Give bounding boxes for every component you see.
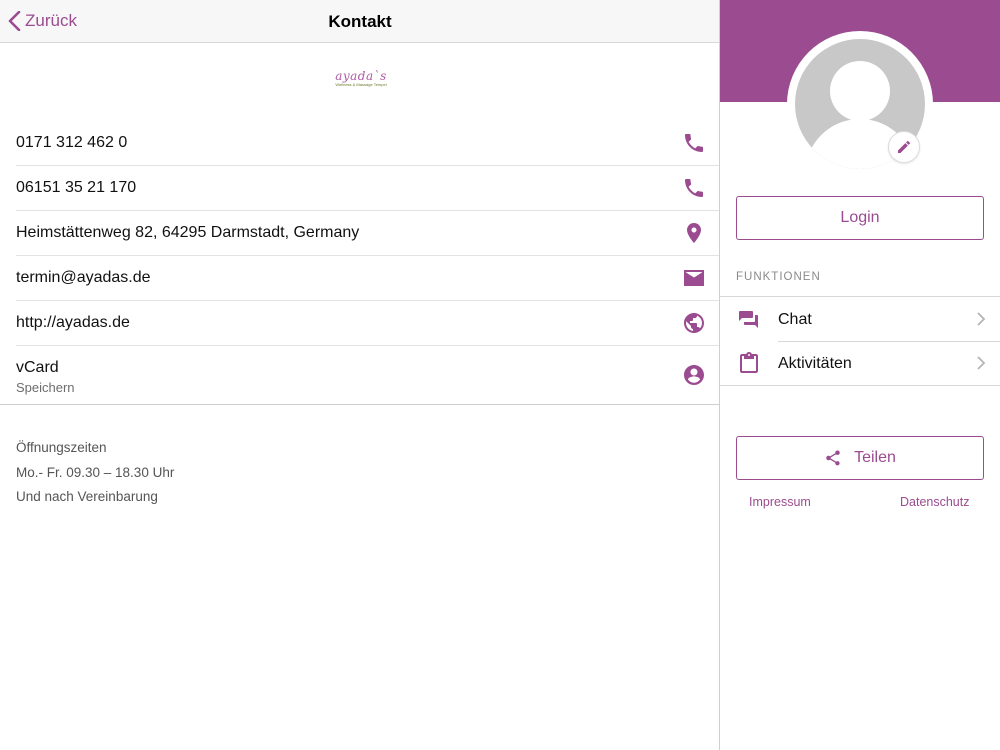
menu-item-label: Chat [778, 311, 812, 328]
contact-text: http://ayadas.de [16, 314, 130, 331]
contact-text: termin@ayadas.de [16, 269, 151, 286]
contact-row-vcard[interactable]: vCard Speichern [0, 346, 720, 405]
contact-subtext: Speichern [16, 380, 75, 395]
impressum-link[interactable]: Impressum [749, 495, 811, 509]
contact-text: vCard [16, 359, 59, 376]
phone-icon[interactable] [682, 131, 706, 155]
share-button-label: Teilen [854, 449, 896, 466]
contact-row-email[interactable]: termin@ayadas.de [16, 256, 720, 301]
contact-text: 0171 312 462 0 [16, 134, 128, 151]
chevron-right-icon [976, 311, 986, 327]
clipboard-icon [737, 351, 761, 375]
contact-list: 0171 312 462 0 06151 35 21 170 Heimstätt… [0, 121, 720, 405]
functions-menu: Chat Aktivitäten [720, 296, 1000, 386]
contact-row-address[interactable]: Heimstättenweg 82, 64295 Darmstadt, Germ… [16, 211, 720, 256]
opening-hours-title: Öffnungszeiten [16, 440, 107, 455]
pencil-icon [898, 140, 910, 153]
share-button[interactable]: Teilen [736, 436, 984, 480]
chat-icon [737, 307, 761, 331]
contact-pane: Zurück Kontakt ayada`s Wellness & Massag… [0, 0, 720, 750]
contact-row-website[interactable]: http://ayadas.de [16, 301, 720, 346]
profile-sidebar: Login FUNKTIONEN Chat Aktivitäten Teilen… [720, 0, 1000, 750]
brand-logo: ayada`s Wellness & Massage Tempel [331, 70, 391, 94]
menu-item-label: Aktivitäten [778, 355, 852, 372]
contact-text: Heimstättenweg 82, 64295 Darmstadt, Germ… [16, 224, 360, 241]
logo-brand-text: ayada`s [335, 69, 387, 83]
phone-icon[interactable] [682, 176, 706, 200]
location-pin-icon[interactable] [682, 221, 706, 245]
opening-hours: Öffnungszeiten Mo.- Fr. 09.30 – 18.30 Uh… [16, 436, 174, 510]
datenschutz-link[interactable]: Datenschutz [900, 495, 969, 509]
contact-row-phone-landline[interactable]: 06151 35 21 170 [16, 166, 720, 211]
chevron-right-icon [976, 355, 986, 371]
mail-icon[interactable] [682, 266, 706, 290]
menu-item-aktivitaeten[interactable]: Aktivitäten [720, 341, 1000, 385]
globe-icon[interactable] [682, 311, 706, 335]
contact-text: 06151 35 21 170 [16, 179, 137, 196]
contact-row-phone-mobile[interactable]: 0171 312 462 0 [16, 121, 720, 166]
account-circle-icon[interactable] [682, 363, 706, 387]
menu-item-chat[interactable]: Chat [720, 297, 1000, 341]
share-icon [826, 450, 840, 466]
navigation-bar: Zurück Kontakt [0, 0, 720, 43]
logo-tagline: Wellness & Massage Tempel [335, 82, 387, 87]
section-title-funktionen: FUNKTIONEN [736, 271, 821, 283]
edit-avatar-button[interactable] [888, 131, 920, 163]
page-title: Kontakt [328, 12, 392, 31]
login-button[interactable]: Login [736, 196, 984, 240]
opening-hours-note: Und nach Vereinbarung [16, 489, 158, 504]
opening-hours-weekdays: Mo.- Fr. 09.30 – 18.30 Uhr [16, 464, 175, 480]
